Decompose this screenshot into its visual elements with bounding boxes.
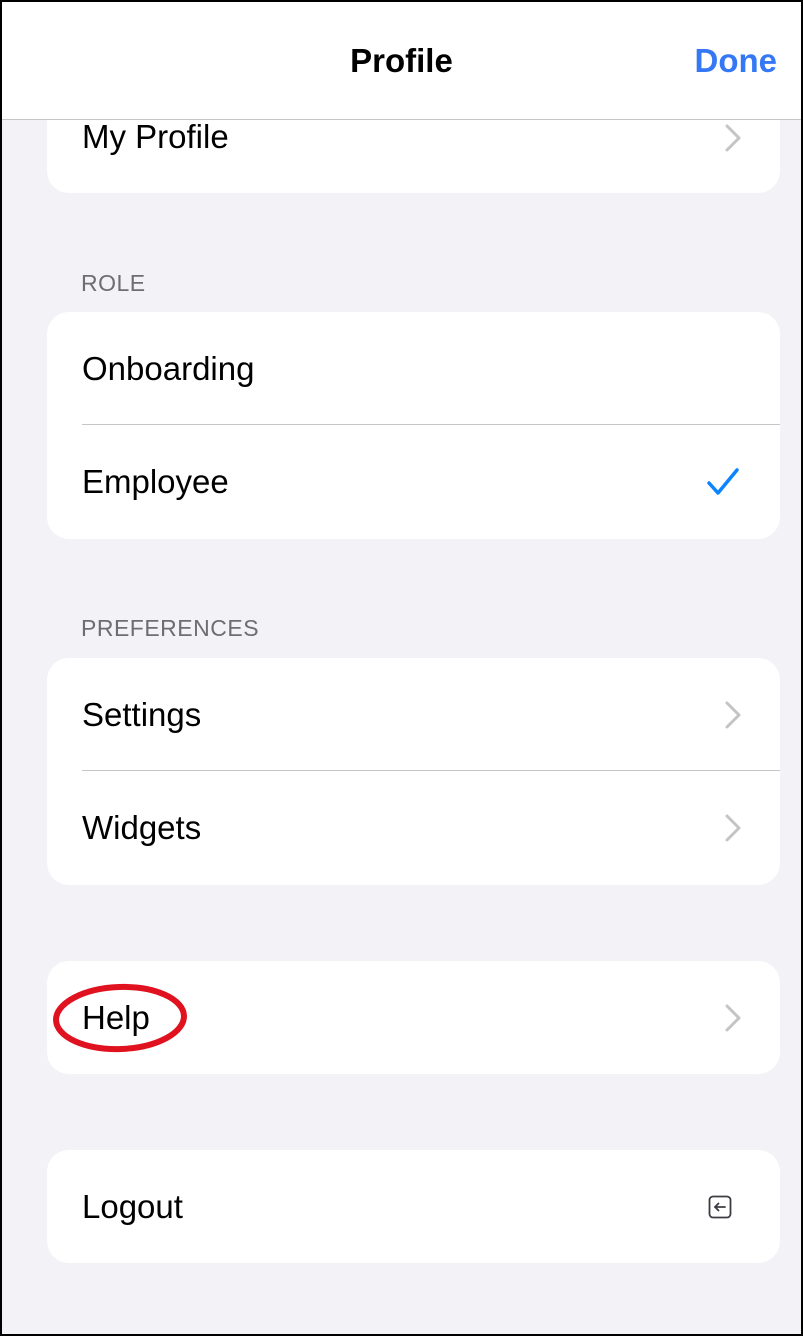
- preferences-row-settings[interactable]: Settings: [47, 658, 780, 771]
- settings-label: Settings: [82, 695, 202, 733]
- done-button[interactable]: Done: [695, 42, 778, 80]
- my-profile-label: My Profile: [82, 118, 229, 155]
- page-title: Profile: [350, 42, 453, 79]
- chevron-right-icon: [725, 124, 741, 152]
- role-row-onboarding[interactable]: Onboarding: [47, 312, 780, 425]
- role-card: Onboarding Employee: [47, 312, 780, 539]
- logout-icon: [708, 1195, 732, 1218]
- annotation-ellipse: [53, 983, 187, 1053]
- widgets-label: Widgets: [82, 808, 202, 846]
- preferences-card: Settings Widgets: [47, 658, 780, 885]
- chevron-right-icon: [725, 814, 741, 841]
- logout-label: Logout: [82, 1187, 183, 1225]
- checkmark-icon: [707, 467, 739, 495]
- logout-row[interactable]: Logout: [47, 1150, 780, 1263]
- app-frame: My Profile Profile Done ROLE Onboarding …: [0, 0, 803, 1336]
- section-header-preferences: PREFERENCES: [81, 615, 260, 641]
- chevron-right-icon: [725, 701, 741, 728]
- chevron-right-icon: [725, 1004, 741, 1031]
- employee-label: Employee: [82, 462, 229, 500]
- logout-card: Logout: [47, 1150, 780, 1263]
- navigation-bar: Profile Done: [2, 2, 801, 120]
- role-row-employee[interactable]: Employee: [47, 425, 780, 538]
- onboarding-label: Onboarding: [82, 349, 255, 387]
- section-header-role: ROLE: [81, 270, 146, 296]
- preferences-row-widgets[interactable]: Widgets: [47, 771, 780, 884]
